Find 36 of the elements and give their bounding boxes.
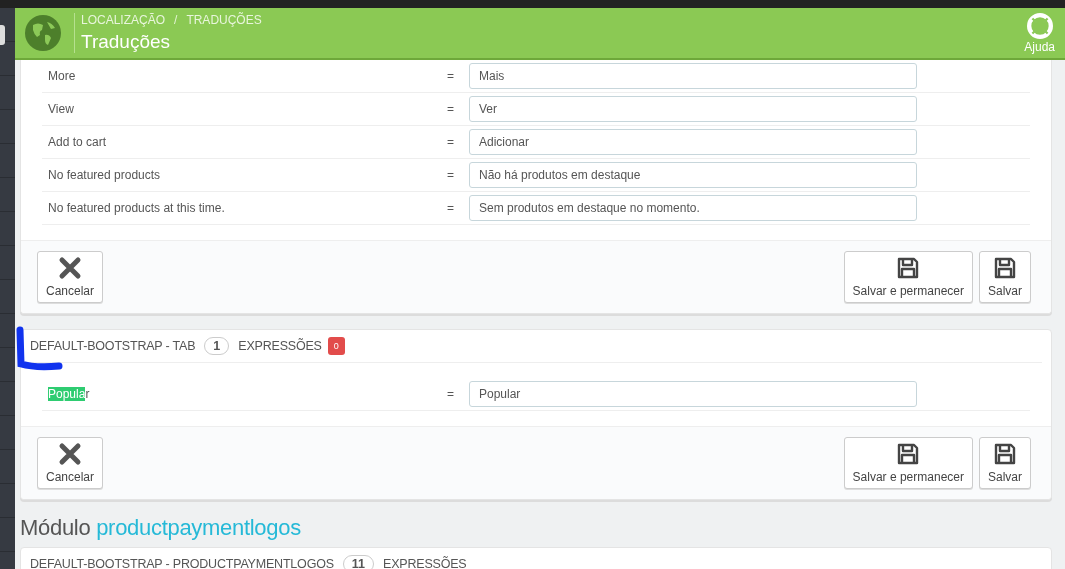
source-text: Popular [47,387,91,401]
source-text: More [47,69,77,83]
lifebuoy-icon [1026,12,1053,39]
save-button[interactable]: Salvar e permanecer [843,437,973,489]
equals-sign: = [447,135,455,149]
equals-sign: = [447,387,455,401]
cancel-button[interactable]: Cancelar [37,251,104,303]
source-text: Add to cart [47,135,108,149]
source-text: View [47,102,75,116]
translation-input[interactable]: Sem produtos em destaque no momento. [469,195,917,221]
save-button[interactable]: Salvar e permanecer [843,251,973,303]
expressions-label: EXPRESSÕES [383,557,467,569]
expressions-label: EXPRESSÕES [238,339,322,353]
section-title: DEFAULT-BOOTSTRAP - PRODUCTPAYMENTLOGOS [30,557,334,569]
equals-sign: = [447,102,455,116]
equals-sign: = [447,168,455,182]
translation-input[interactable]: Mais [469,63,917,89]
translation-input[interactable]: Adicionar [469,129,917,155]
save-button[interactable]: Salvar [979,437,1031,489]
missing-count-badge: 0 [327,337,345,355]
module-title: Módulo productpaymentlogos [20,515,302,541]
close-icon [58,256,82,280]
translation-input[interactable]: Não há produtos em destaque [469,162,917,188]
save-button[interactable]: Salvar [979,251,1031,303]
equals-sign: = [447,201,455,215]
translation-input[interactable]: Ver [469,96,917,122]
equals-sign: = [447,69,455,83]
source-text: No featured products [47,168,162,182]
source-text: No featured products at this time. [47,201,226,215]
section-title: DEFAULT-BOOTSTRAP - TAB [30,339,196,353]
close-icon [58,442,82,466]
page-title: Traduções [81,31,172,53]
breadcrumb-separator: / [174,13,178,27]
cancel-button[interactable]: Cancelar [37,437,104,489]
translation-input[interactable]: Popular [469,381,917,407]
globe-icon [25,15,61,51]
